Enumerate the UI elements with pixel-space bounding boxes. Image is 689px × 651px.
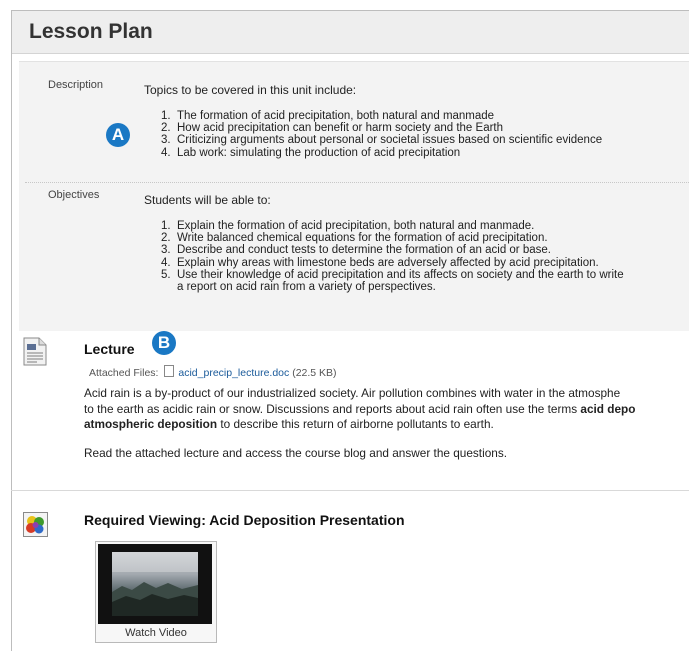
objectives-list: 1. Explain the formation of acid precipit…	[161, 220, 624, 293]
lecture-text-line: atmospheric deposition to describe this …	[84, 417, 494, 431]
list-item: 1. Explain the formation of acid precipit…	[161, 220, 535, 232]
forest-scene-image	[112, 552, 198, 616]
description-list: 1. The formation of acid precipitation, b…	[161, 110, 602, 159]
list-item: 5. Use their knowledge of acid precipitat…	[161, 268, 624, 281]
lecture-instructions: Read the attached lecture and access the…	[84, 446, 507, 460]
file-icon	[164, 365, 175, 377]
section-divider	[25, 182, 689, 183]
attached-file-link[interactable]: acid_precip_lecture.doc	[178, 367, 289, 379]
video-still-image	[112, 552, 198, 616]
page-title: Lesson Plan	[29, 20, 153, 43]
objectives-intro: Students will be able to:	[144, 193, 271, 207]
item-divider	[11, 490, 689, 491]
attached-files-row: Attached Files: acid_precip_lecture.doc …	[89, 365, 337, 379]
video-content-icon	[23, 512, 48, 537]
objectives-label: Objectives	[48, 189, 100, 201]
document-icon	[23, 337, 47, 366]
lecture-text-line: to the earth as acidic rain or snow. Dis…	[84, 401, 636, 416]
description-label: Description	[48, 79, 104, 91]
lecture-title[interactable]: Lecture	[84, 341, 135, 357]
list-item: 1. The formation of acid precipitation, b…	[161, 110, 495, 122]
list-item: 2. How acid precipitation can benefit or …	[161, 122, 504, 135]
lecture-text-line: Acid rain is a by-product of our industr…	[84, 386, 621, 400]
list-item: 4. Explain why areas with limestone beds …	[161, 256, 599, 269]
callout-badge-b: B	[152, 331, 176, 355]
list-item: 3. Criticizing arguments about personal o…	[161, 134, 603, 147]
video-thumbnail[interactable]	[98, 544, 212, 624]
watch-video-label[interactable]: Watch Video	[96, 627, 216, 639]
callout-badge-a: A	[106, 123, 130, 147]
list-item-continued: a report on acid rain from a variety of …	[177, 281, 436, 294]
attached-files-label: Attached Files:	[89, 367, 159, 379]
file-size: (22.5 KB)	[292, 367, 337, 379]
required-viewing-title[interactable]: Required Viewing: Acid Deposition Presen…	[84, 512, 405, 528]
video-thumbnail-card[interactable]: Watch Video	[95, 541, 217, 643]
page-header: Lesson Plan	[12, 11, 689, 54]
list-item: 2. Write balanced chemical equations for …	[161, 232, 548, 245]
list-item: 4. Lab work: simulating the production of…	[161, 146, 461, 159]
list-item: 3. Describe and conduct tests to determin…	[161, 244, 551, 257]
description-intro: Topics to be covered in this unit includ…	[144, 83, 357, 97]
lecture-description: Acid rain is a by-product of our industr…	[84, 386, 635, 433]
